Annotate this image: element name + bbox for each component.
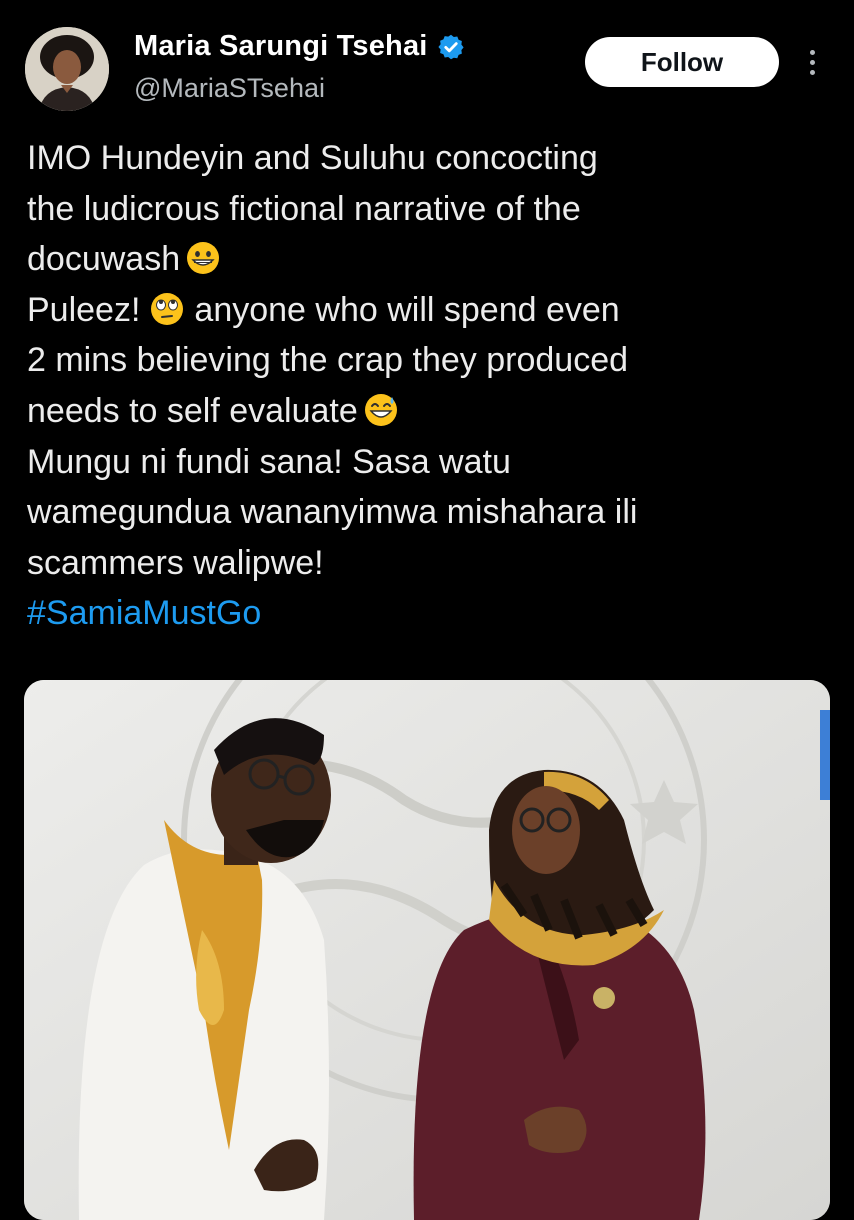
- tweet-line: Puleez! anyone who will spend even: [27, 285, 827, 336]
- author-display-name[interactable]: Maria Sarungi Tsehai: [134, 30, 428, 63]
- tweet-line-text: needs to self evaluate: [27, 391, 358, 430]
- hashtag-link[interactable]: #SamiaMustGo: [27, 588, 827, 639]
- tweet-media-photo[interactable]: [24, 680, 830, 1220]
- lapel-pin: [593, 987, 615, 1009]
- verified-badge-icon: [437, 34, 464, 59]
- tweet-line-text: Puleez!: [27, 290, 141, 329]
- flag-edge: [820, 710, 830, 800]
- tweet-line: the ludicrous fictional narrative of the: [27, 189, 581, 228]
- tweet-line: 2 mins believing the crap they produced: [27, 341, 629, 380]
- author-handle[interactable]: @MariaSTsehai: [134, 73, 325, 104]
- more-options-icon[interactable]: [800, 42, 824, 82]
- grinning-face-icon: [186, 241, 220, 275]
- tweet-line-text: anyone who will spend even: [194, 290, 620, 329]
- photo-scene: [24, 680, 830, 1220]
- tweet-line: IMO Hundeyin and Suluhu concocting: [27, 139, 598, 177]
- tweet-line: wamegundua wananyimwa mishahara ili: [27, 493, 638, 532]
- grinning-sweat-icon: [364, 393, 398, 427]
- tweet-line: needs to self evaluate: [27, 386, 827, 437]
- tweet-line-text: docuwash: [27, 240, 181, 279]
- tweet-line: Mungu ni fundi sana! Sasa watu: [27, 442, 511, 481]
- tweet-line: docuwash: [27, 234, 827, 285]
- tweet-line: scammers walipwe!: [27, 543, 324, 582]
- tweet-text: IMO Hundeyin and Suluhu concocting the l…: [27, 133, 827, 639]
- rolling-eyes-icon: [150, 292, 184, 326]
- author-avatar[interactable]: [25, 27, 109, 111]
- tweet-header: Maria Sarungi Tsehai @MariaSTsehai Follo…: [0, 0, 854, 120]
- author-name-row: Maria Sarungi Tsehai: [134, 30, 465, 63]
- avatar-portrait: [25, 27, 109, 111]
- follow-button[interactable]: Follow: [585, 37, 779, 87]
